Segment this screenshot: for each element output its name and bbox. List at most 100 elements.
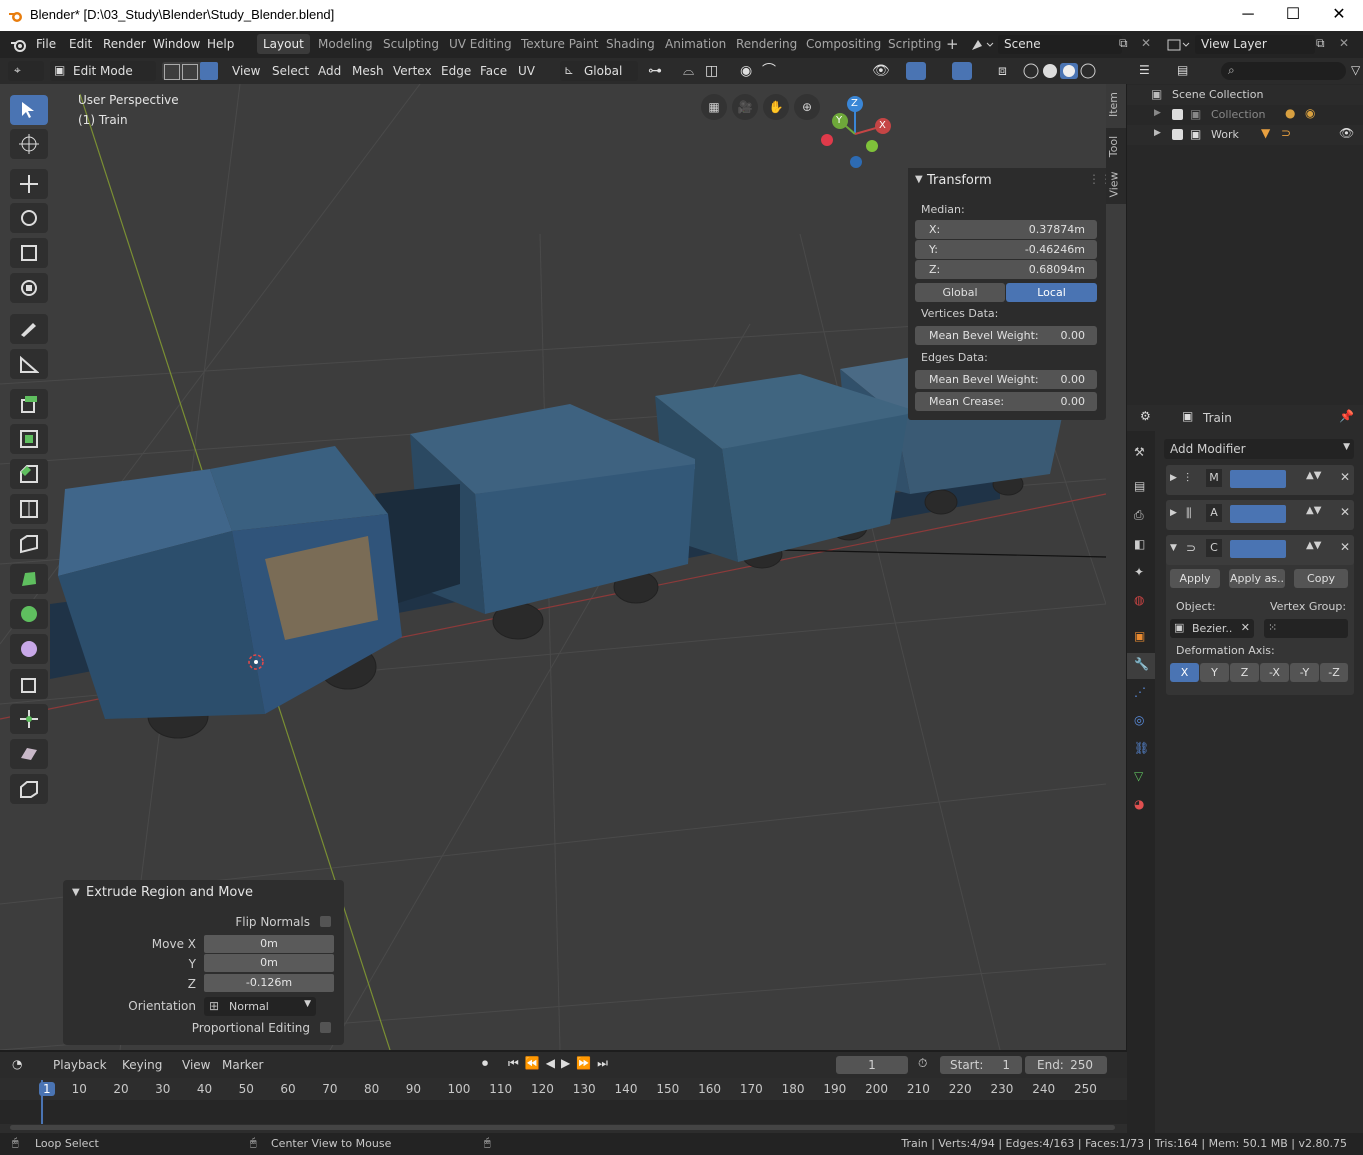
editor-type-dropdown[interactable]: ⌖: [8, 61, 44, 81]
end-frame-field[interactable]: End: 250: [1025, 1056, 1107, 1074]
modifier-name-field[interactable]: M: [1206, 469, 1222, 487]
snap-target-icon[interactable]: ◫: [705, 62, 718, 81]
axis-neg-z-button[interactable]: -Z: [1320, 663, 1348, 682]
tab-sculpting[interactable]: Sculpting: [377, 34, 445, 54]
add-workspace-icon[interactable]: +: [946, 35, 959, 53]
menu-mesh[interactable]: Mesh: [352, 62, 384, 81]
outliner-row-scene[interactable]: ▣ Scene Collection: [1127, 85, 1363, 105]
tool-bevel[interactable]: [10, 459, 48, 489]
collection-checkbox[interactable]: [1172, 109, 1183, 120]
menu-render[interactable]: Render: [103, 37, 146, 51]
new-view-layer-icon[interactable]: ⧉: [1316, 36, 1325, 51]
timeline-ruler[interactable]: 1 10 20 30 40 50 60 70 80 90 100 110 120 130 140 150 160…: [0, 1078, 1127, 1100]
menu-uv[interactable]: UV: [518, 62, 535, 81]
expand-arrow-icon[interactable]: ▶: [1154, 108, 1161, 118]
tool-move[interactable]: [10, 169, 48, 199]
vertex-select-icon[interactable]: [164, 64, 180, 80]
mean-crease-field[interactable]: Mean Crease: 0.00: [915, 392, 1097, 411]
tool-annotate[interactable]: [10, 314, 48, 344]
vertex-group-field[interactable]: ⁙: [1264, 619, 1348, 638]
menu-edge[interactable]: Edge: [441, 62, 471, 81]
curve-object-field[interactable]: ▣ Bezier.. ✕: [1170, 619, 1254, 638]
add-modifier-dropdown[interactable]: Add Modifier ▼: [1164, 439, 1354, 459]
particles-props-icon[interactable]: ⋰: [1134, 685, 1146, 699]
data-props-icon[interactable]: ▽: [1134, 769, 1143, 783]
tool-shear[interactable]: [10, 739, 48, 769]
proportional-edit-icon[interactable]: ◉: [740, 62, 752, 81]
axis-neg-x-button[interactable]: -X: [1260, 663, 1289, 682]
tool-rotate[interactable]: [10, 203, 48, 233]
menu-edit[interactable]: Edit: [69, 37, 92, 51]
remove-modifier-icon[interactable]: ✕: [1340, 540, 1350, 554]
tool-select-box[interactable]: [10, 95, 48, 125]
local-toggle[interactable]: Local: [1006, 283, 1097, 302]
tab-view[interactable]: View: [1106, 166, 1126, 204]
tool-spin[interactable]: [10, 599, 48, 629]
view-layer-field[interactable]: View Layer: [1195, 35, 1315, 54]
tool-edge-slide[interactable]: [10, 669, 48, 699]
tool-extrude[interactable]: [10, 389, 48, 419]
remove-modifier-icon[interactable]: ✕: [1340, 470, 1350, 484]
collapse-arrow-icon[interactable]: ▼: [915, 174, 923, 185]
start-frame-field[interactable]: Start: 1: [940, 1056, 1022, 1074]
mode-dropdown[interactable]: ▣ Edit Mode: [50, 61, 156, 81]
axis-z-button[interactable]: Z: [1230, 663, 1259, 682]
tool-poly-build[interactable]: [10, 564, 48, 594]
operator-collapse-icon[interactable]: ▼: [72, 887, 80, 898]
tab-uv-editing[interactable]: UV Editing: [443, 34, 518, 54]
minimize-button[interactable]: ─: [1225, 4, 1271, 26]
gizmo-toggle-icon[interactable]: [906, 62, 926, 80]
expand-arrow-icon[interactable]: ▶: [1170, 508, 1177, 518]
tool-rip[interactable]: [10, 774, 48, 804]
clear-object-icon[interactable]: ✕: [1241, 621, 1250, 634]
outliner-search-input[interactable]: ⌕: [1221, 62, 1346, 80]
maximize-button[interactable]: ☐: [1270, 4, 1316, 26]
material-props-icon[interactable]: ◕: [1134, 797, 1144, 811]
tool-props-icon[interactable]: ⚒: [1134, 445, 1145, 459]
apply-button[interactable]: Apply: [1170, 569, 1220, 588]
median-y-field[interactable]: Y: -0.46246m: [915, 240, 1097, 259]
menu-playback[interactable]: Playback: [53, 1058, 107, 1072]
copy-button[interactable]: Copy: [1294, 569, 1348, 588]
edge-bevel-field[interactable]: Mean Bevel Weight: 0.00: [915, 370, 1097, 389]
axis-neg-y-button[interactable]: -Y: [1290, 663, 1319, 682]
record-icon[interactable]: ⏺: [482, 1056, 488, 1071]
collapse-arrow-icon[interactable]: ▼: [1170, 543, 1177, 553]
close-button[interactable]: ✕: [1316, 4, 1362, 26]
render-props-icon[interactable]: ▤: [1134, 479, 1145, 493]
orientation-select[interactable]: ⊞ Normal ▼: [204, 997, 316, 1016]
overlay-toggle-icon[interactable]: [952, 62, 972, 80]
median-x-field[interactable]: X: 0.37874m: [915, 220, 1097, 239]
modifier-props-tab[interactable]: 🔧: [1127, 653, 1155, 679]
physics-props-icon[interactable]: ◎: [1134, 713, 1144, 727]
face-select-icon[interactable]: [200, 62, 218, 80]
orientation-dropdown[interactable]: ⊾ Global: [560, 61, 638, 81]
apply-as-button[interactable]: Apply as..: [1229, 569, 1285, 588]
global-toggle[interactable]: Global: [915, 283, 1005, 302]
modifier-name-field[interactable]: A: [1206, 504, 1222, 522]
modifier-mirror[interactable]: ▶ ⫶ M ▲▼ ✕: [1166, 465, 1354, 495]
tool-smooth[interactable]: [10, 634, 48, 664]
remove-modifier-icon[interactable]: ✕: [1340, 505, 1350, 519]
current-frame-field[interactable]: 1: [836, 1056, 908, 1074]
pan-hand-icon[interactable]: ✋: [763, 94, 789, 120]
expand-arrow-icon[interactable]: ▶: [1170, 473, 1177, 483]
display-mode-icon[interactable]: ▤: [1177, 63, 1188, 77]
object-props-icon[interactable]: ▣: [1134, 629, 1145, 643]
move-x-field[interactable]: 0m: [204, 935, 334, 953]
vertex-bevel-field[interactable]: Mean Bevel Weight: 0.00: [915, 326, 1097, 345]
view-layer-props-icon[interactable]: ◧: [1134, 537, 1145, 551]
filter-icon[interactable]: ▽: [1351, 63, 1360, 77]
menu-vertex[interactable]: Vertex: [393, 62, 432, 81]
tool-inset[interactable]: [10, 424, 48, 454]
playback-controls-icon[interactable]: ⏮⏪◀▶⏩⏭: [508, 1056, 614, 1071]
tab-animation[interactable]: Animation: [659, 34, 732, 54]
new-scene-icon[interactable]: ⧉: [1119, 36, 1128, 51]
tab-scripting[interactable]: Scripting: [882, 34, 947, 54]
constraints-props-icon[interactable]: ⛓: [1134, 741, 1149, 755]
menu-file[interactable]: File: [36, 37, 56, 51]
menu-add[interactable]: Add: [318, 62, 341, 81]
blender-menu-icon[interactable]: [10, 37, 28, 53]
edge-select-icon[interactable]: [182, 64, 198, 80]
scene-props-icon[interactable]: ✦: [1134, 565, 1144, 579]
